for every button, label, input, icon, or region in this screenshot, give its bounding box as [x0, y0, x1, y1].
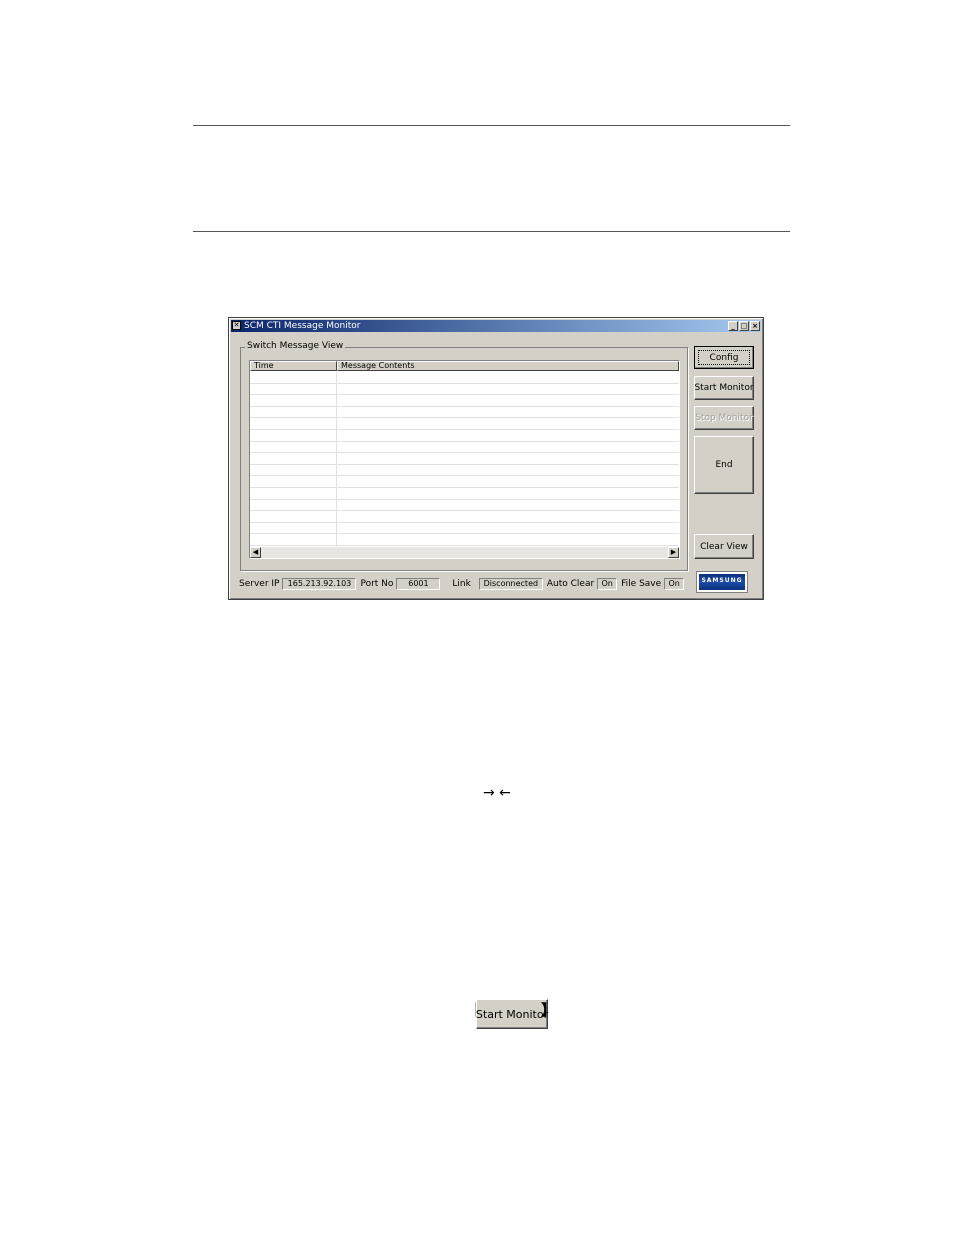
app-icon[interactable]: ✕ [232, 321, 241, 330]
list-row[interactable] [250, 395, 679, 407]
samsung-logo-text: SAMSUNG [699, 574, 745, 590]
column-header-message-contents[interactable]: Message Contents [337, 361, 679, 371]
bottom-rule [193, 231, 790, 232]
list-row[interactable] [250, 407, 679, 419]
file-save-label: File Save [621, 579, 662, 589]
list-row[interactable] [250, 418, 679, 430]
list-row[interactable] [250, 534, 679, 546]
port-label: Port No [360, 579, 394, 589]
list-row[interactable] [250, 511, 679, 523]
close-bracket: 】 [541, 1001, 557, 1019]
list-rows [250, 372, 679, 547]
window-controls: _ □ × [727, 321, 760, 331]
start-monitor-button[interactable]: Start Monitor [694, 376, 754, 400]
end-button[interactable]: End [694, 436, 754, 494]
link-label: Link [452, 579, 471, 589]
switch-message-view-group: Switch Message View Time Message Content… [240, 341, 688, 571]
maximize-button[interactable]: □ [739, 321, 749, 331]
list-row[interactable] [250, 488, 679, 500]
column-header-time[interactable]: Time [250, 361, 337, 371]
scroll-left-icon[interactable]: ◀ [250, 547, 261, 558]
scm-cti-monitor-window: ✕ SCM CTI Message Monitor _ □ × Switch M… [228, 317, 764, 600]
message-list[interactable]: Time Message Contents ◀ ▶ [249, 360, 680, 559]
arrow-symbols: → ← [483, 785, 511, 801]
list-row[interactable] [250, 372, 679, 384]
list-row[interactable] [250, 465, 679, 477]
title-bar[interactable]: ✕ SCM CTI Message Monitor _ □ × [231, 320, 761, 332]
config-button[interactable]: Config [694, 346, 754, 369]
stop-monitor-button[interactable]: Stop Monitor [694, 406, 754, 430]
server-ip-field: 165.213.92.103 [282, 578, 357, 590]
window-title: SCM CTI Message Monitor [244, 321, 361, 331]
list-row[interactable] [250, 384, 679, 396]
top-rule [193, 125, 790, 126]
group-label: Switch Message View [245, 341, 346, 351]
column-divider [336, 372, 337, 547]
list-header: Time Message Contents [250, 361, 679, 371]
list-row[interactable] [250, 453, 679, 465]
list-row[interactable] [250, 500, 679, 512]
close-button[interactable]: × [750, 321, 760, 331]
file-save-field: On [664, 578, 685, 590]
start-monitor-button-illustration: Start Monitor [476, 999, 548, 1029]
list-row[interactable] [250, 442, 679, 454]
samsung-logo: SAMSUNG [696, 571, 748, 593]
minimize-button[interactable]: _ [728, 321, 738, 331]
port-field: 6001 [396, 578, 441, 590]
link-status-field: Disconnected [478, 578, 543, 590]
scroll-right-icon[interactable]: ▶ [668, 547, 679, 558]
server-ip-label: Server IP [239, 579, 280, 589]
list-row[interactable] [250, 523, 679, 535]
clear-view-button[interactable]: Clear View [694, 534, 754, 559]
auto-clear-field: On [597, 578, 618, 590]
status-bar: Server IP 165.213.92.103 Port No 6001 Li… [239, 578, 688, 590]
auto-clear-label: Auto Clear [546, 579, 595, 589]
horizontal-scrollbar[interactable]: ◀ ▶ [250, 547, 679, 558]
list-row[interactable] [250, 430, 679, 442]
list-row[interactable] [250, 476, 679, 488]
